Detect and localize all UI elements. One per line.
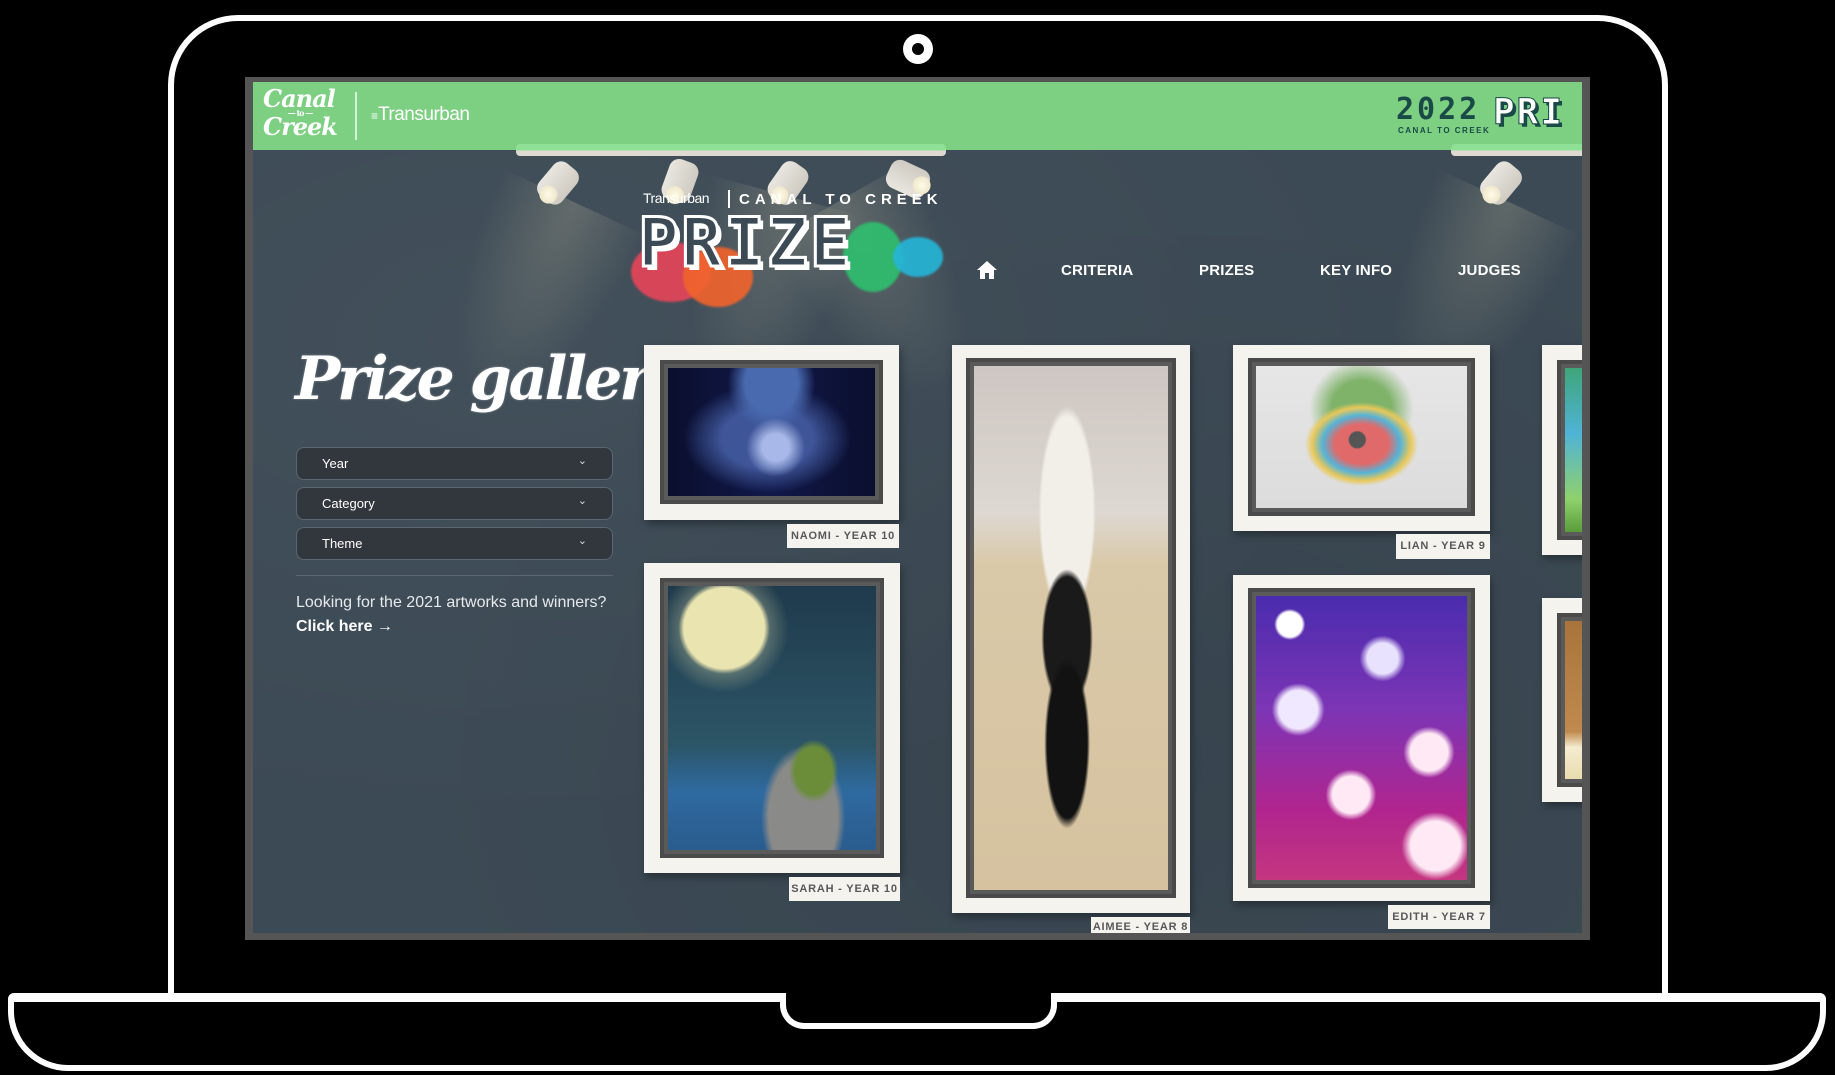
artwork-image (1256, 596, 1467, 880)
artwork-mat (1248, 588, 1475, 888)
year-filter-dropdown[interactable]: Year ⌄ (296, 447, 613, 480)
main-nav: CRITERIA PRIZES KEY INFO JUDGES (253, 260, 1582, 286)
artwork-mat (1248, 358, 1475, 516)
dropdown-label: Category (322, 496, 375, 511)
dropdown-label: Year (322, 456, 349, 471)
home-icon[interactable] (976, 260, 998, 285)
artwork-image (1565, 368, 1582, 532)
webcam-icon (903, 34, 933, 64)
chevron-down-icon: ⌄ (577, 455, 587, 467)
canal-to-creek-logo[interactable]: Canal — to — Creek (263, 84, 338, 141)
artwork-mat (660, 360, 883, 504)
artwork-frame-partial[interactable] (1542, 345, 1582, 555)
website-screen: Canal — to — Creek ≡ Transurban 2022 CANA… (253, 82, 1582, 933)
badge-prize: PRI (1492, 92, 1565, 134)
page-title: Prize gallery (295, 344, 683, 414)
click-here-link[interactable]: Click here → (296, 618, 393, 635)
artwork-caption: EDITH - YEAR 7 (1388, 905, 1490, 929)
nav-prizes[interactable]: PRIZES (1199, 262, 1254, 279)
artwork-caption: LIAN - YEAR 9 (1396, 534, 1490, 559)
artwork-caption: AIMEE - YEAR 8 (1091, 917, 1190, 933)
artwork-caption: NAOMI - YEAR 10 (787, 524, 899, 548)
artwork-mat (660, 578, 884, 858)
promo-text: Looking for the 2021 artworks and winner… (296, 594, 607, 611)
artwork-image (668, 586, 876, 850)
sidebar-divider (296, 575, 613, 576)
light-rail (1451, 144, 1582, 156)
chevron-down-icon: ⌄ (577, 495, 587, 507)
transurban-logo[interactable]: ≡ Transurban (371, 104, 470, 126)
artwork-frame-aimee[interactable] (952, 345, 1190, 913)
artwork-caption: SARAH - YEAR 10 (789, 877, 900, 901)
transurban-lines-icon: ≡ (371, 109, 378, 123)
category-filter-dropdown[interactable]: Category ⌄ (296, 487, 613, 520)
light-rail (516, 144, 946, 156)
archive-promo: Looking for the 2021 artworks and winner… (296, 591, 626, 639)
artwork-mat (966, 358, 1176, 898)
logo-line-creek: Creek (263, 112, 338, 141)
nav-judges[interactable]: JUDGES (1458, 262, 1521, 279)
artwork-frame-partial[interactable] (1542, 598, 1582, 802)
artwork-frame-edith[interactable] (1233, 575, 1490, 901)
nav-criteria[interactable]: CRITERIA (1061, 262, 1133, 279)
artwork-mat (1557, 613, 1582, 787)
transurban-wordmark: Transurban (378, 104, 470, 125)
artwork-image (668, 368, 875, 496)
badge-year: 2022 (1396, 92, 1481, 127)
artwork-image (1256, 366, 1467, 508)
artwork-frame-naomi[interactable] (644, 345, 899, 520)
badge-subtitle: CANAL TO CREEK (1398, 126, 1491, 135)
artwork-frame-sarah[interactable] (644, 563, 900, 873)
top-bar: Canal — to — Creek ≡ Transurban 2022 CANA… (253, 82, 1582, 150)
logo-divider (355, 92, 357, 140)
dropdown-label: Theme (322, 536, 363, 551)
artwork-frame-lian[interactable] (1233, 345, 1490, 531)
theme-filter-dropdown[interactable]: Theme ⌄ (296, 527, 613, 560)
chevron-down-icon: ⌄ (577, 535, 587, 547)
artwork-image (1565, 621, 1582, 779)
artwork-mat (1557, 360, 1582, 540)
nav-key-info[interactable]: KEY INFO (1320, 262, 1392, 279)
logo-line-canal: Canal (263, 84, 336, 113)
artwork-image (974, 366, 1168, 890)
laptop-notch (780, 993, 1057, 1029)
